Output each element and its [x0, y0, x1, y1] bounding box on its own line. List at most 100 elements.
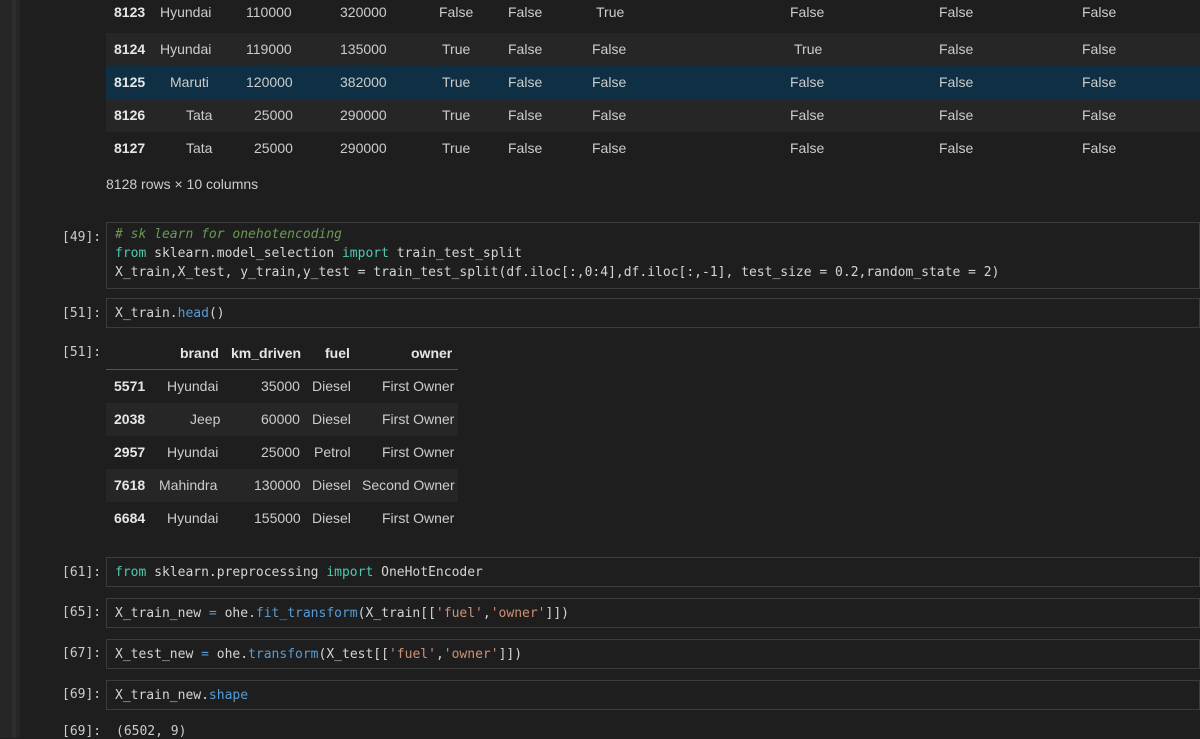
km-cell: 155000 [254, 510, 301, 526]
execution-count: [65]: [62, 605, 102, 620]
owner-cell: First Owner [382, 411, 455, 427]
price-cell: 320000 [340, 4, 387, 20]
code-line: X_train,X_test, y_train,y_test = train_t… [107, 263, 1199, 282]
km-cell: 130000 [254, 477, 301, 493]
code-text: () [208, 306, 225, 321]
km-cell: 60000 [261, 411, 300, 427]
code-string: 'owner' [443, 647, 499, 662]
fuel-cell: Diesel [312, 510, 351, 526]
code-cell-51[interactable]: X_train.head() [106, 298, 1200, 328]
table-row: 5571 Hyundai 35000 Diesel First Owner [106, 370, 458, 403]
code-keyword: from [115, 565, 147, 580]
table-row: 8126 Tata 25000 290000 True False False … [106, 99, 1200, 132]
row-index: 2038 [114, 411, 146, 427]
code-text: X_test_new [115, 647, 202, 662]
row-index: 2957 [114, 444, 146, 460]
head-dataframe-output: brand km_driven fuel owner 5571 Hyundai … [106, 339, 458, 535]
code-cell-49[interactable]: # sk learn for onehotencoding from sklea… [106, 222, 1200, 289]
code-text: ohe. [216, 606, 256, 621]
code-function: shape [208, 688, 249, 703]
brand-cell: Hyundai [167, 510, 219, 526]
row-index: 8123 [114, 4, 146, 20]
code-text: ohe. [208, 647, 249, 662]
row-index: 6684 [114, 510, 146, 526]
brand-cell: Jeep [190, 411, 221, 427]
code-text: ]]) [498, 647, 523, 662]
bool-cell: False [508, 4, 543, 20]
bool-cell: False [939, 140, 974, 156]
brand-cell: Hyundai [160, 4, 212, 20]
code-line: X_test_new = ohe.transform(X_test[['fuel… [107, 645, 1199, 664]
code-text: X_train. [115, 306, 178, 321]
code-operator: = [201, 647, 209, 662]
code-text: train_test_split [388, 246, 523, 261]
row-index: 5571 [114, 378, 146, 394]
code-keyword: from [115, 246, 147, 261]
column-header: fuel [325, 345, 350, 361]
code-text: X_train_new. [115, 688, 209, 703]
code-text: , [435, 647, 444, 662]
price-cell: 290000 [340, 140, 387, 156]
code-text: ]]) [545, 606, 569, 621]
bool-cell: False [1082, 140, 1117, 156]
code-line: from sklearn.preprocessing import OneHot… [107, 563, 1199, 582]
bool-cell: False [439, 4, 474, 20]
row-index: 7618 [114, 477, 146, 493]
table-row: 7618 Mahindra 130000 Diesel Second Owner [106, 469, 458, 502]
km-cell: 35000 [261, 378, 300, 394]
code-text: X_train,X_test, y_train,y_test = train_t… [115, 265, 1000, 280]
execution-count: [61]: [62, 565, 102, 580]
brand-cell: Hyundai [167, 444, 219, 460]
code-cell-65[interactable]: X_train_new = ohe.fit_transform(X_train[… [106, 598, 1200, 628]
code-line: X_train.head() [107, 304, 1199, 323]
left-gutter [0, 0, 20, 738]
bool-cell: False [592, 140, 627, 156]
table-header: brand km_driven fuel owner [106, 339, 458, 370]
brand-cell: Mahindra [159, 477, 218, 493]
bool-cell: True [442, 140, 471, 156]
row-index: 8127 [114, 140, 146, 156]
code-cell-61[interactable]: from sklearn.preprocessing import OneHot… [106, 557, 1200, 587]
code-text: OneHotEncoder [373, 565, 483, 580]
code-cell-69[interactable]: X_train_new.shape [106, 680, 1200, 710]
code-text: sklearn.preprocessing [146, 565, 327, 580]
code-function: transform [248, 647, 319, 662]
column-header: km_driven [231, 345, 302, 361]
code-keyword: import [326, 565, 374, 580]
code-cell-67[interactable]: X_test_new = ohe.transform(X_test[['fuel… [106, 639, 1200, 669]
km-cell: 110000 [246, 4, 292, 20]
bool-cell: False [790, 4, 825, 20]
bool-cell: False [508, 140, 543, 156]
dataframe-shape-summary: 8128 rows × 10 columns [106, 176, 259, 192]
code-keyword: import [341, 246, 389, 261]
table-row: 8124 Hyundai 119000 135000 True False Fa… [106, 33, 1200, 66]
owner-cell: First Owner [382, 444, 455, 460]
brand-cell: Tata [186, 140, 213, 156]
code-function: head [177, 306, 209, 321]
fuel-cell: Diesel [312, 477, 351, 493]
shape-output: (6502, 9) [116, 724, 187, 739]
owner-cell: First Owner [382, 378, 455, 394]
table-row: 2038 Jeep 60000 Diesel First Owner [106, 403, 458, 436]
column-header: brand [180, 345, 219, 361]
owner-cell: Second Owner [362, 477, 455, 493]
output-prompt: [69]: [62, 724, 102, 739]
code-text: X_train_new [115, 606, 209, 621]
code-line: X_train_new.shape [107, 686, 1199, 705]
bool-cell: True [596, 4, 625, 20]
km-cell: 25000 [261, 444, 300, 460]
code-text: , [482, 606, 491, 621]
code-operator: = [208, 606, 217, 621]
code-function: fit_transform [255, 606, 358, 621]
column-header: owner [411, 345, 453, 361]
brand-cell: Hyundai [167, 378, 219, 394]
bool-cell: False [790, 140, 825, 156]
code-text: (X_train[[ [357, 606, 436, 621]
bool-cell: False [939, 4, 974, 20]
code-comment: # sk learn for onehotencoding [115, 227, 342, 242]
table-row: 6684 Hyundai 155000 Diesel First Owner [106, 502, 458, 535]
execution-count: [49]: [62, 230, 102, 245]
fuel-cell: Diesel [312, 378, 351, 394]
code-text: (X_test[[ [318, 647, 389, 662]
table-row: 2957 Hyundai 25000 Petrol First Owner [106, 436, 458, 469]
